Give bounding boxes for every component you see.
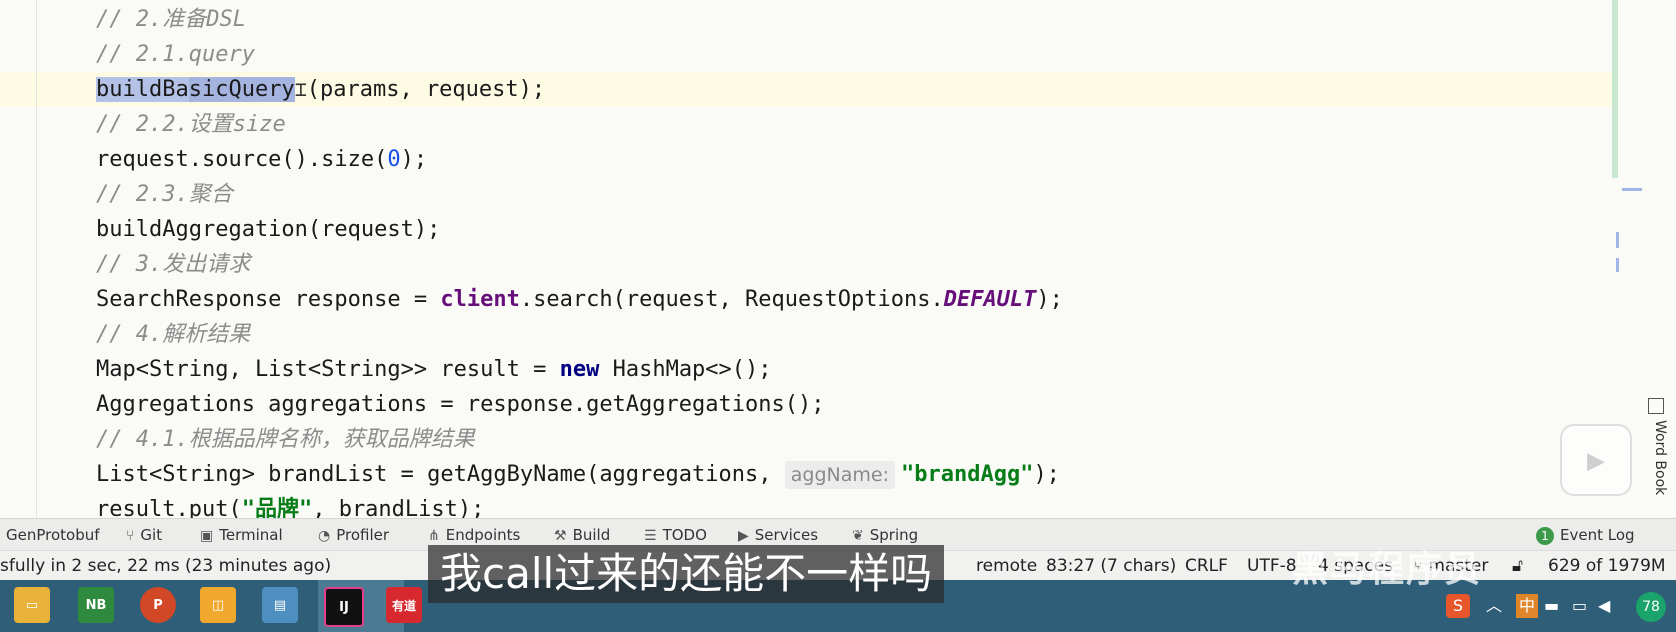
code-number: 0 xyxy=(387,147,401,172)
code-line-2[interactable]: // 2.1.query xyxy=(96,37,255,72)
code-line-4[interactable]: // 2.2.设置size xyxy=(96,107,286,142)
folder-icon[interactable]: ▭ xyxy=(14,587,50,623)
tab-label: Services xyxy=(754,526,819,544)
tab-label: TODO xyxy=(662,526,707,544)
list-icon: ☰ xyxy=(644,528,657,544)
tab-genprotobuf[interactable]: GenProtobuf xyxy=(6,519,100,551)
status-encoding[interactable]: UTF-8 xyxy=(1247,551,1297,581)
tab-label: Git xyxy=(140,526,163,544)
selection-part: buildBa xyxy=(96,77,189,102)
video-subtitle: 我call过来的还能不一样吗 xyxy=(428,545,945,603)
status-remote[interactable]: remote xyxy=(976,551,1037,581)
ime-mode-indicator[interactable]: 中 xyxy=(1516,594,1538,618)
code-text: .search(request, RequestOptions. xyxy=(519,287,944,312)
status-line-separator[interactable]: CRLF xyxy=(1185,551,1228,581)
profiler-icon: ◔ xyxy=(318,528,331,544)
code-string: "品牌" xyxy=(241,497,313,518)
gutter-divider xyxy=(36,0,37,518)
services-icon: ▶ xyxy=(738,528,749,544)
code-text: Map<String, List<String>> result = xyxy=(96,357,560,382)
tray-counter-badge[interactable]: 78 xyxy=(1636,592,1666,622)
tab-label: Endpoints xyxy=(445,526,521,544)
tab-event-log[interactable]: 1 Event Log xyxy=(1536,519,1635,551)
watermark-logo: 黑马程序员 xyxy=(1292,549,1483,590)
notebook-app-icon[interactable]: NB xyxy=(78,587,114,623)
lock-icon[interactable]: 🔓︎ xyxy=(1512,551,1523,581)
parameter-hint: aggName: xyxy=(784,461,895,489)
event-count-badge: 1 xyxy=(1536,527,1554,545)
terminal-icon: ▣ xyxy=(200,528,214,544)
code-text: result.put( xyxy=(96,497,242,518)
code-line-8[interactable]: // 3.发出请求 xyxy=(96,247,250,282)
remote-desktop-icon[interactable]: ▤ xyxy=(262,587,298,623)
word-book-icon xyxy=(1648,398,1664,414)
code-text: request.source().size( xyxy=(96,147,388,172)
code-line-11[interactable]: Map<String, List<String>> result = new H… xyxy=(96,352,772,387)
status-memory[interactable]: 629 of 1979M xyxy=(1548,551,1666,581)
code-line-13[interactable]: // 4.1.根据品牌名称，获取品牌结果 xyxy=(96,422,475,457)
keyboard-icon[interactable]: ▬ xyxy=(1544,594,1559,618)
code-text: HashMap<>(); xyxy=(599,357,772,382)
virtualbox-app-icon[interactable]: ◫ xyxy=(200,587,236,623)
error-stripe-marker[interactable] xyxy=(1622,188,1642,191)
tab-terminal[interactable]: ▣ Terminal xyxy=(200,519,283,551)
tab-label: GenProtobuf xyxy=(6,526,100,544)
code-line-5[interactable]: request.source().size(0); xyxy=(96,142,427,177)
code-string: "brandAgg" xyxy=(900,462,1034,487)
code-line-9[interactable]: SearchResponse response = client.search(… xyxy=(96,282,1063,317)
volume-icon[interactable]: ◀ xyxy=(1598,594,1610,618)
code-line-1[interactable]: // 2.准备DSL xyxy=(96,2,246,37)
tab-label: Spring xyxy=(869,526,919,544)
code-text: ); xyxy=(400,147,428,172)
status-message[interactable]: sfully in 2 sec, 22 ms (23 minutes ago) xyxy=(0,551,331,581)
word-book-tab[interactable]: Word Book xyxy=(1642,420,1668,518)
code-text: List<String> brandList = getAggByName(ag… xyxy=(96,462,785,487)
error-stripe-marker[interactable] xyxy=(1616,232,1619,248)
code-line-7[interactable]: buildAggregation(request); xyxy=(96,212,440,247)
tab-label: Event Log xyxy=(1560,526,1635,544)
code-constant: DEFAULT xyxy=(943,287,1037,312)
code-editor[interactable]: // 2.准备DSL // 2.1.query buildBasicQuery⌶… xyxy=(0,0,1676,518)
code-text: ); xyxy=(1036,287,1063,312)
spring-leaf-icon: ❦ xyxy=(852,528,864,544)
tab-label: Terminal xyxy=(219,526,283,544)
code-line-3[interactable]: buildBasicQuery⌶(params, request); xyxy=(96,72,545,107)
code-text: , brandList); xyxy=(312,497,485,518)
endpoints-icon: ⋔ xyxy=(428,528,440,544)
network-icon[interactable]: ▭ xyxy=(1572,594,1587,618)
scrollbar-thumb[interactable] xyxy=(1612,0,1618,178)
tab-profiler[interactable]: ◔ Profiler xyxy=(318,519,389,551)
sogou-ime-icon[interactable]: S xyxy=(1446,594,1470,618)
code-line-12[interactable]: Aggregations aggregations = response.get… xyxy=(96,387,824,422)
code-text: (params, request); xyxy=(306,77,546,102)
tv-play-icon: ▶ xyxy=(1560,424,1632,496)
code-line-10[interactable]: // 4.解析结果 xyxy=(96,317,250,352)
status-caret-position[interactable]: 83:27 (7 chars) xyxy=(1046,551,1176,581)
selection-word: sicQuery xyxy=(188,77,295,102)
error-stripe-marker[interactable] xyxy=(1616,258,1619,272)
hammer-icon: ⚒ xyxy=(554,528,567,544)
text-cursor-icon: ⌶ xyxy=(294,77,307,101)
code-text: ); xyxy=(1033,462,1060,487)
code-line-6[interactable]: // 2.3.聚合 xyxy=(96,177,233,212)
git-branch-icon: ⑂ xyxy=(126,528,135,544)
code-line-14[interactable]: List<String> brandList = getAggByName(ag… xyxy=(96,457,1060,492)
youdao-app-icon[interactable]: 有道 xyxy=(386,587,422,623)
code-keyword: new xyxy=(559,357,600,382)
code-line-15[interactable]: result.put("品牌", brandList); xyxy=(96,492,484,518)
powerpoint-app-icon[interactable]: P xyxy=(140,587,176,623)
tab-label: Build xyxy=(572,526,611,544)
tab-label: Profiler xyxy=(336,526,390,544)
intellij-app-icon[interactable]: IJ xyxy=(324,587,364,627)
tray-chevron-up-icon[interactable]: ︿ xyxy=(1486,594,1502,618)
code-text: SearchResponse response = xyxy=(96,287,441,312)
code-field: client xyxy=(440,287,520,312)
tab-git[interactable]: ⑂ Git xyxy=(126,519,162,551)
